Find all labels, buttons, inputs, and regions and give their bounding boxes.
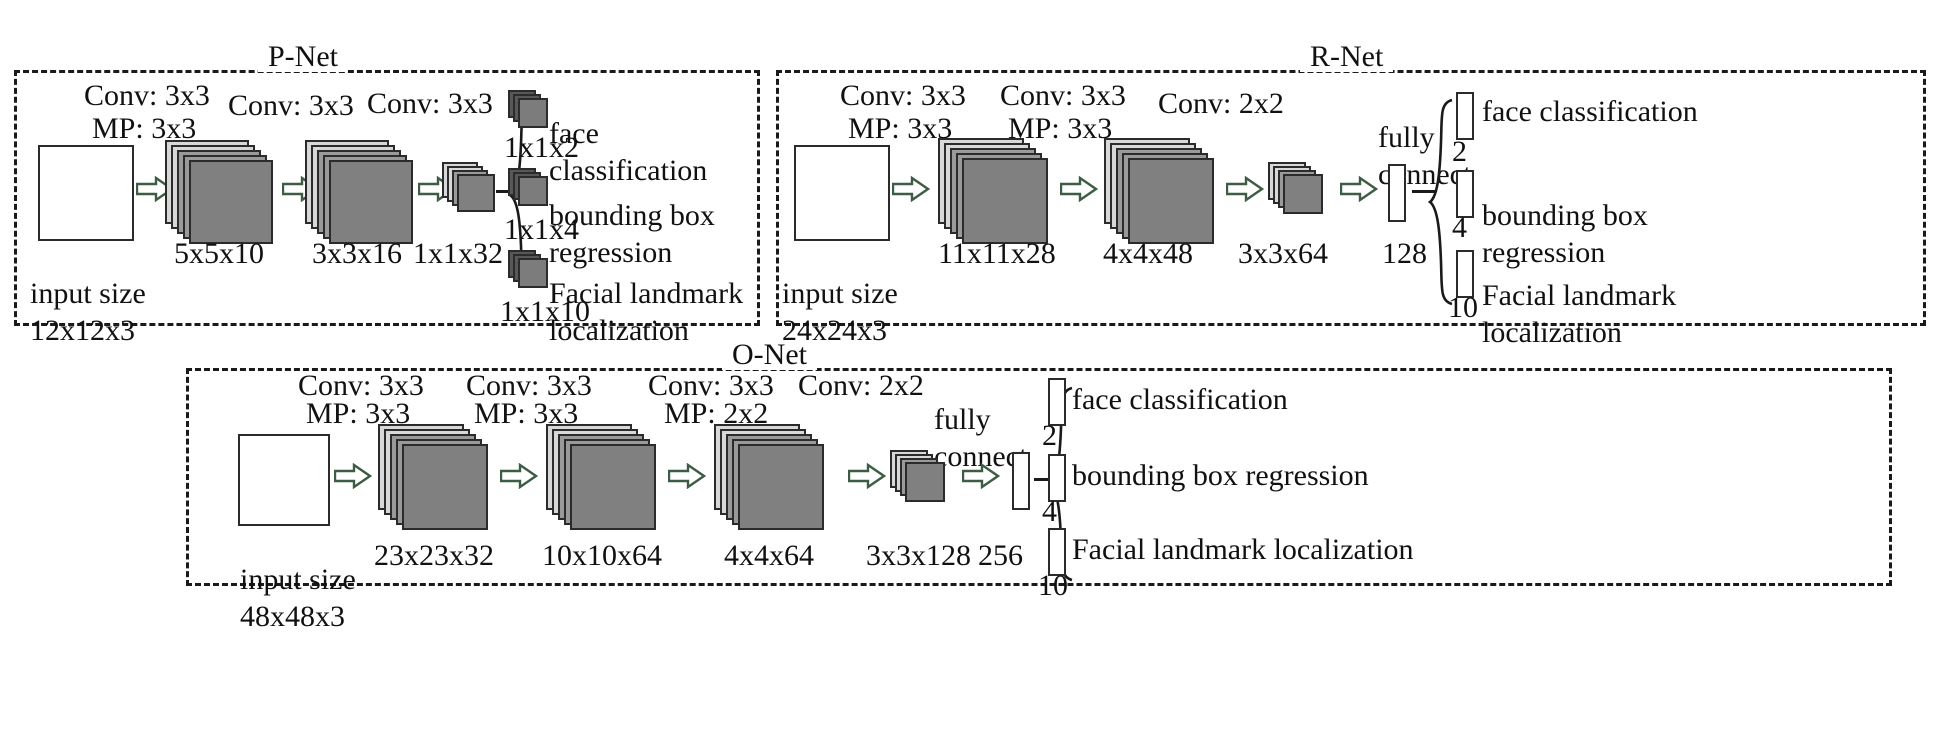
onet-input-label: input size 48x48x3 xyxy=(240,563,356,633)
pnet-conv-label-2: Conv: 3x3 xyxy=(228,89,354,122)
pnet-title: P-Net xyxy=(258,42,348,72)
onet-input-box xyxy=(238,434,330,526)
onet-output-size-1: 2 xyxy=(1042,419,1057,452)
rnet-shape-2: 4x4x48 xyxy=(1103,237,1193,270)
rnet-shape-3: 3x3x64 xyxy=(1238,237,1328,270)
onet-output-size-3: 10 xyxy=(1038,569,1068,602)
rnet-output-label-1: face classification xyxy=(1482,95,1698,128)
onet-conv-label-4: Conv: 2x2 xyxy=(798,369,924,402)
pnet-featuremap-1 xyxy=(165,140,275,250)
onet-shape-3: 4x4x64 xyxy=(724,539,814,572)
onet-arrow-5 xyxy=(962,463,1000,489)
rnet-output-brace xyxy=(1428,98,1454,306)
rnet-featuremap-2 xyxy=(1104,138,1219,250)
rnet-input-box xyxy=(794,145,890,241)
rnet-pool-label-1: MP: 3x3 xyxy=(848,112,953,145)
onet-featuremap-2 xyxy=(546,424,661,536)
rnet-conv-label-2: Conv: 3x3 xyxy=(1000,79,1126,112)
rnet-output-label-3: Facial landmark localization xyxy=(1482,279,1677,349)
rnet-featuremap-3 xyxy=(1268,162,1338,226)
pnet-shape-3: 1x1x32 xyxy=(413,237,503,270)
pnet-featuremap-3 xyxy=(442,162,508,224)
rnet-output-bar-1 xyxy=(1456,92,1474,140)
onet-title: O-Net xyxy=(722,340,817,370)
mtcnn-architecture-figure: P-Net Conv: 3x3 MP: 3x3 Conv: 3x3 Conv: … xyxy=(0,0,1934,748)
pnet-shape-1: 5x5x10 xyxy=(174,237,264,270)
pnet-conv-label-3: Conv: 3x3 xyxy=(367,87,493,120)
onet-arrow-1 xyxy=(334,463,372,489)
rnet-shape-1: 11x11x28 xyxy=(938,237,1056,270)
pnet-input-label: input size 12x12x3 xyxy=(30,277,146,347)
pnet-output-label-3: Facial landmark localization xyxy=(549,277,744,347)
rnet-input-label: input size 24x24x3 xyxy=(782,277,898,347)
onet-fc-size: 256 xyxy=(978,539,1023,572)
onet-output-label-2: bounding box regression xyxy=(1072,459,1369,492)
onet-featuremap-1 xyxy=(378,424,493,536)
pnet-featuremap-2 xyxy=(305,140,415,250)
pnet-conv-label-1: Conv: 3x3 xyxy=(84,79,210,112)
onet-shape-4: 3x3x128 xyxy=(866,539,971,572)
rnet-output-size-3: 10 xyxy=(1448,291,1478,324)
rnet-title: R-Net xyxy=(1300,42,1394,72)
rnet-fc-size: 128 xyxy=(1382,237,1427,270)
rnet-conv-label-1: Conv: 3x3 xyxy=(840,79,966,112)
rnet-fc-bar xyxy=(1388,164,1406,222)
onet-output-label-3: Facial landmark localization xyxy=(1072,533,1414,566)
onet-fc-bar xyxy=(1012,452,1030,510)
onet-output-label-1: face classification xyxy=(1072,383,1288,416)
onet-shape-2: 10x10x64 xyxy=(542,539,662,572)
rnet-arrow-3 xyxy=(1226,176,1264,202)
rnet-output-size-2: 4 xyxy=(1452,211,1467,244)
rnet-featuremap-1 xyxy=(938,138,1053,250)
rnet-arrow-4 xyxy=(1340,176,1378,202)
onet-shape-1: 23x23x32 xyxy=(374,539,494,572)
pnet-input-box xyxy=(38,145,134,241)
pnet-output-size-3: 1x1x10 xyxy=(500,295,590,328)
pnet-shape-2: 3x3x16 xyxy=(312,237,402,270)
onet-output-size-2: 4 xyxy=(1042,495,1057,528)
onet-arrow-3 xyxy=(668,463,706,489)
rnet-arrow-1 xyxy=(892,176,930,202)
rnet-arrow-2 xyxy=(1060,176,1098,202)
onet-arrow-4 xyxy=(848,463,886,489)
onet-featuremap-3 xyxy=(714,424,829,536)
onet-arrow-2 xyxy=(500,463,538,489)
onet-featuremap-4 xyxy=(890,450,960,514)
rnet-output-size-1: 2 xyxy=(1452,135,1467,168)
rnet-conv-label-3: Conv: 2x2 xyxy=(1158,87,1284,120)
